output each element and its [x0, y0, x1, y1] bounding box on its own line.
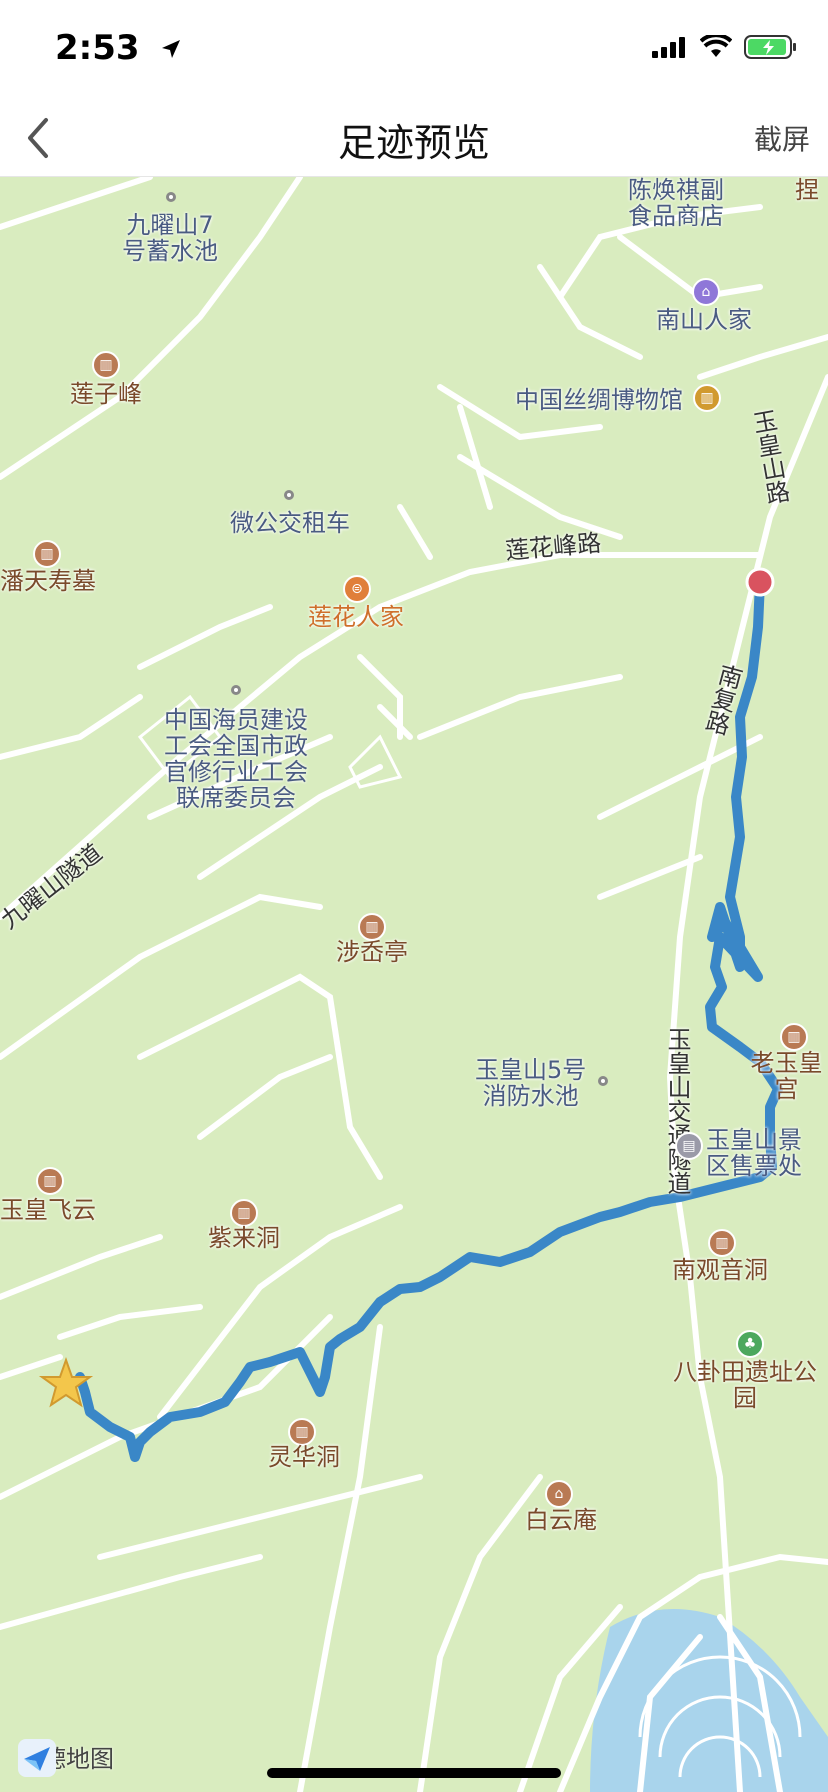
poi-baiyun-an[interactable]: 白云庵 [525, 1507, 597, 1533]
poi-chen-shop[interactable]: 陈焕祺副 食品商店 [628, 177, 724, 229]
poi-zilai-dong[interactable]: 紫来洞 [208, 1225, 280, 1251]
poi-wei-bus-dot [284, 490, 294, 500]
poi-lianhua-renjia-icon: ⊜ [343, 575, 371, 603]
poi-ticket-office[interactable]: 玉皇山景 区售票处 [706, 1127, 802, 1179]
status-bar: 2:53 [0, 0, 828, 100]
poi-fire-pool-dot [598, 1076, 608, 1086]
poi-seamen-union[interactable]: 中国海员建设 工会全国市政 官修行业工会 联席委员会 [164, 707, 308, 811]
poi-silk-museum-icon: ▥ [693, 384, 721, 412]
poi-nanguan-yindong-icon: ▥ [708, 1229, 736, 1257]
poi-tuo[interactable]: 捏 [795, 177, 819, 203]
road-label-yuhuangshan-tunnel: 玉皇山交通隧道 [663, 1027, 691, 1195]
poi-shegu-ting[interactable]: 涉岙亭 [336, 939, 408, 965]
poi-zilai-dong-icon: ▥ [230, 1199, 258, 1227]
poi-nanguan-yindong[interactable]: 南观音洞 [672, 1257, 768, 1283]
poi-jiuyao-pool[interactable]: 九曜山7 号蓄水池 [122, 212, 218, 264]
poi-silk-museum[interactable]: 中国丝绸博物馆 [515, 387, 683, 413]
poi-ticket-office-icon: ▤ [675, 1132, 703, 1160]
poi-baiyun-an-icon: ⌂ [545, 1480, 573, 1508]
poi-pan-tomb[interactable]: 潘天寿墓 [0, 568, 96, 594]
poi-yuhuang-feiyun-icon: ▥ [36, 1167, 64, 1195]
poi-lao-yuhuang-icon: ▥ [780, 1023, 808, 1051]
location-arrow-icon [162, 40, 180, 58]
poi-wei-bus[interactable]: 微公交租车 [230, 510, 350, 536]
screenshot-button[interactable]: 截屏 [754, 118, 810, 158]
wifi-icon [700, 35, 732, 57]
poi-lianhua-renjia[interactable]: 莲花人家 [308, 604, 404, 630]
poi-lianzi-feng-icon: ▥ [92, 351, 120, 379]
poi-shegu-ting-icon: ▥ [358, 913, 386, 941]
poi-pan-tomb-icon: ▥ [33, 540, 61, 568]
battery-icon [744, 35, 796, 59]
poi-nanshan-renjia[interactable]: 南山人家 [656, 307, 752, 333]
poi-lao-yuhuang[interactable]: 老玉皇宫 [745, 1050, 828, 1102]
map-base [0, 177, 828, 1792]
poi-jiuyao-pool-dot [166, 192, 176, 202]
map-brand: 高德地图 [18, 1739, 114, 1777]
poi-seamen-union-dot [231, 685, 241, 695]
amap-logo-icon [18, 1739, 56, 1777]
map-view[interactable]: 玉皇山路 莲花峰路 南复路 九曜山隧道 玉皇山交通隧道 陈焕祺副 食品商店 捏 … [0, 177, 828, 1792]
signal-icon [652, 37, 685, 58]
home-indicator[interactable] [267, 1768, 561, 1778]
poi-fire-pool[interactable]: 玉皇山5号 消防水池 [475, 1057, 586, 1109]
poi-yuhuang-feiyun[interactable]: 玉皇飞云 [0, 1197, 96, 1223]
poi-linghua-dong[interactable]: 灵华洞 [268, 1444, 340, 1470]
track-start-marker [745, 567, 775, 597]
page-title: 足迹预览 [337, 121, 490, 165]
poi-linghua-dong-icon: ▥ [288, 1418, 316, 1446]
poi-bagua-park[interactable]: 八卦田遗址公园 [662, 1359, 828, 1411]
navigation-bar: 足迹预览 截屏 [0, 100, 828, 177]
status-time: 2:53 [55, 28, 140, 68]
poi-hotel-icon: ⌂ [692, 278, 720, 306]
poi-bagua-park-icon: ♣ [736, 1330, 764, 1358]
poi-lianzi-feng[interactable]: 莲子峰 [70, 381, 142, 407]
